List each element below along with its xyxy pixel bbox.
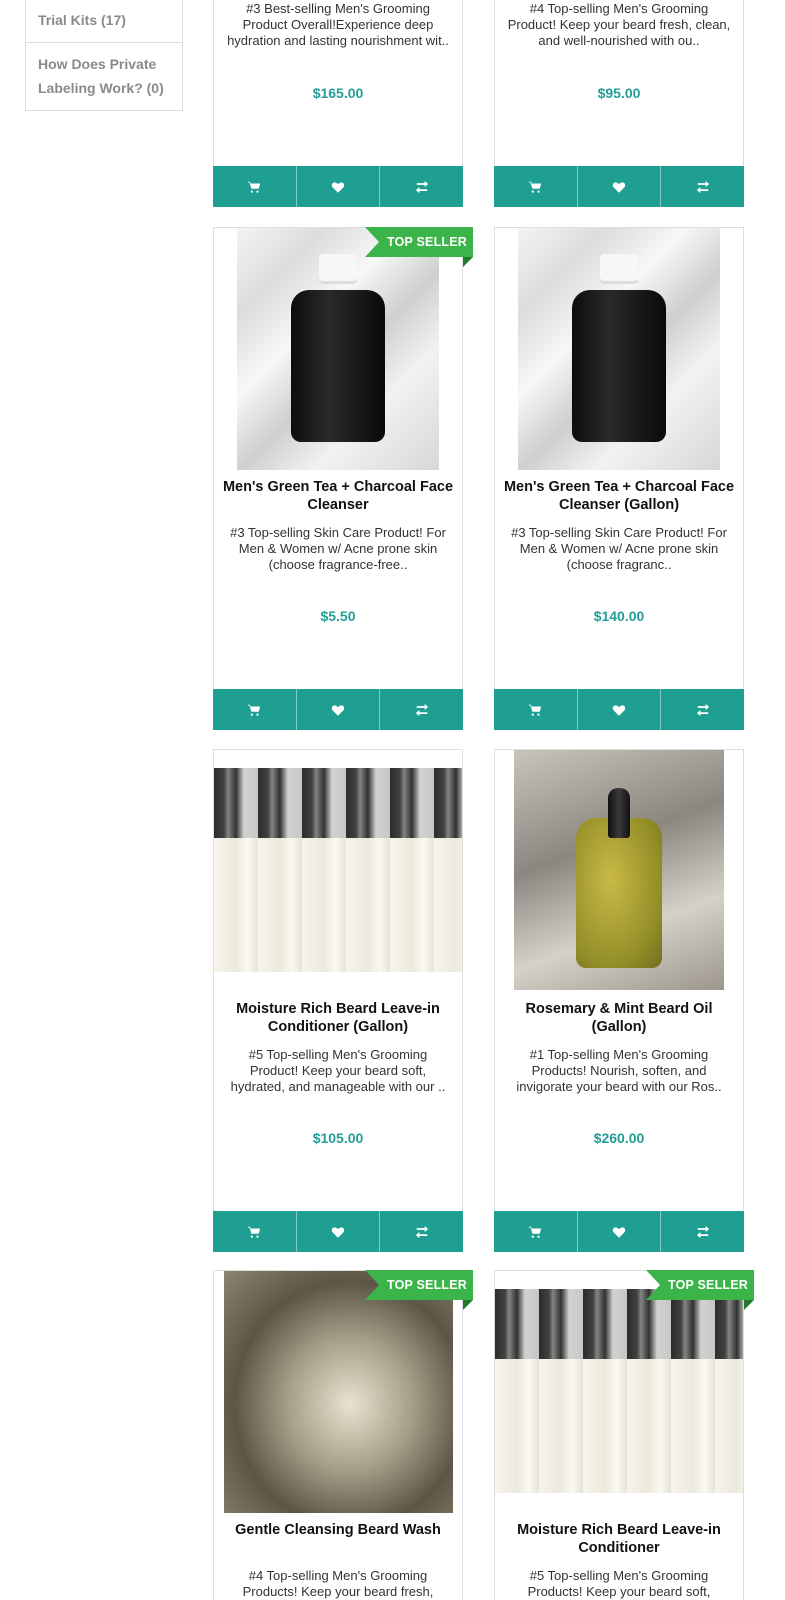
product-image[interactable]: [495, 228, 743, 470]
heart-icon: [612, 181, 626, 193]
add-to-wishlist-button[interactable]: [578, 166, 662, 207]
category-trial-kits[interactable]: Trial Kits (17): [26, 0, 182, 43]
add-to-wishlist-button[interactable]: [297, 166, 381, 207]
compare-button[interactable]: [661, 166, 744, 207]
product-price: $5.50: [320, 608, 356, 624]
cart-icon: [248, 1226, 261, 1238]
add-to-wishlist-button[interactable]: [578, 1211, 662, 1252]
product-price: $95.00: [597, 85, 641, 101]
product-description: #5 Top-selling Men's Grooming Products! …: [527, 1568, 711, 1599]
add-to-cart-button[interactable]: [494, 166, 578, 207]
product-description: #3 Top-selling Skin Care Product! For Me…: [511, 525, 727, 572]
cart-icon: [529, 1226, 542, 1238]
add-to-cart-button[interactable]: [213, 1211, 297, 1252]
compare-button[interactable]: [380, 166, 463, 207]
top-seller-badge: TOP SELLER: [365, 227, 473, 267]
product-card: TOP SELLER Men's Green Tea + Charcoal Fa…: [213, 227, 473, 730]
product-price: $165.00: [312, 85, 364, 101]
product-description: #1 Top-selling Men's Grooming Products! …: [516, 1047, 722, 1094]
product-image[interactable]: [495, 750, 743, 990]
product-actions: [494, 1211, 744, 1252]
add-to-wishlist-button[interactable]: [297, 689, 381, 730]
add-to-cart-button[interactable]: [213, 689, 297, 730]
add-to-cart-button[interactable]: [494, 1211, 578, 1252]
product-image[interactable]: [214, 1271, 462, 1513]
heart-icon: [612, 704, 626, 716]
product-card: TOP SELLER Moisture Rich Beard Leave-in …: [494, 1270, 754, 1600]
product-card: Men's Green Tea + Charcoal Face Cleanser…: [494, 227, 744, 730]
product-actions: [213, 166, 463, 207]
top-seller-badge: TOP SELLER: [365, 1270, 473, 1310]
product-image[interactable]: [214, 228, 462, 470]
product-actions: [213, 1211, 463, 1252]
category-list: Trial Kits (17) How Does Private Labelin…: [25, 0, 183, 111]
product-description: #5 Top-selling Men's Grooming Product! K…: [230, 1047, 446, 1094]
add-to-wishlist-button[interactable]: [578, 689, 662, 730]
product-name[interactable]: Men's Green Tea + Charcoal Face Cleanser: [222, 478, 454, 514]
cart-icon: [248, 704, 261, 716]
product-description: #3 Top-selling Skin Care Product! For Me…: [230, 525, 446, 572]
compare-button[interactable]: [380, 689, 463, 730]
product-card: Moisture Rich Beard Leave-in Conditioner…: [213, 749, 463, 1252]
compare-button[interactable]: [380, 1211, 463, 1252]
product-actions: [494, 166, 744, 207]
product-price: $260.00: [593, 1130, 645, 1146]
top-seller-badge: TOP SELLER: [646, 1270, 754, 1310]
compare-arrows-icon: [415, 180, 428, 193]
category-private-labeling[interactable]: How Does Private Labeling Work? (0): [26, 43, 182, 110]
product-price: $105.00: [312, 1130, 364, 1146]
compare-arrows-icon: [415, 703, 428, 716]
compare-arrows-icon: [415, 1225, 428, 1238]
compare-arrows-icon: [696, 703, 709, 716]
heart-icon: [612, 1226, 626, 1238]
product-name[interactable]: Moisture Rich Beard Leave-in Conditioner…: [222, 1000, 454, 1036]
product-price: $140.00: [593, 608, 645, 624]
product-image[interactable]: [214, 768, 462, 972]
cart-icon: [529, 181, 542, 193]
product-name[interactable]: Moisture Rich Beard Leave-in Conditioner: [503, 1521, 735, 1557]
compare-arrows-icon: [696, 1225, 709, 1238]
heart-icon: [331, 1226, 345, 1238]
heart-icon: [331, 181, 345, 193]
product-name[interactable]: Rosemary & Mint Beard Oil (Gallon): [503, 1000, 735, 1036]
product-description: #4 Top-selling Men's Grooming Products! …: [242, 1568, 434, 1599]
cart-icon: [248, 181, 261, 193]
compare-button[interactable]: [661, 689, 744, 730]
product-actions: [494, 689, 744, 730]
product-image[interactable]: [495, 1289, 743, 1493]
add-to-cart-button[interactable]: [213, 166, 297, 207]
product-card: #3 Best-selling Men's Grooming Product O…: [213, 0, 463, 207]
product-name[interactable]: Gentle Cleansing Beard Wash: [222, 1521, 454, 1539]
product-name[interactable]: Men's Green Tea + Charcoal Face Cleanser…: [503, 478, 735, 514]
compare-button[interactable]: [661, 1211, 744, 1252]
cart-icon: [529, 704, 542, 716]
product-card: Rosemary & Mint Beard Oil (Gallon) #1 To…: [494, 749, 744, 1252]
product-actions: [213, 689, 463, 730]
heart-icon: [331, 704, 345, 716]
product-card: TOP SELLER Gentle Cleansing Beard Wash #…: [213, 1270, 473, 1600]
product-description: #3 Best-selling Men's Grooming Product O…: [227, 1, 449, 48]
add-to-wishlist-button[interactable]: [297, 1211, 381, 1252]
compare-arrows-icon: [696, 180, 709, 193]
product-card: #4 Top-selling Men's Grooming Product! K…: [494, 0, 744, 207]
product-description: #4 Top-selling Men's Grooming Product! K…: [507, 1, 731, 48]
add-to-cart-button[interactable]: [494, 689, 578, 730]
